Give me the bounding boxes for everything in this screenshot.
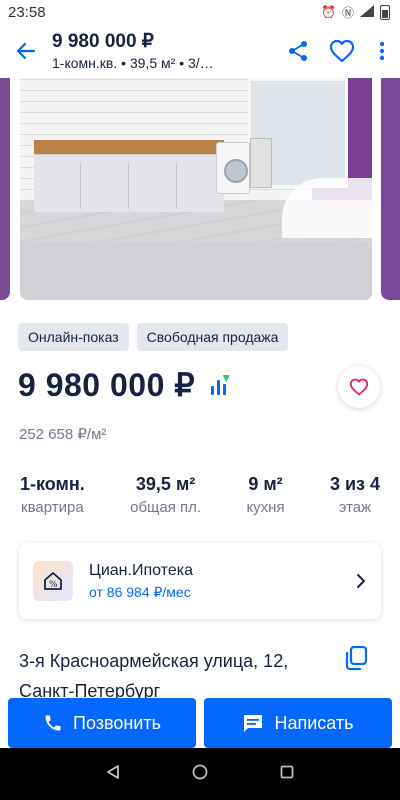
chat-icon: [244, 715, 263, 732]
price-row: 9 980 000 ₽ ▼: [18, 366, 235, 404]
nfc-icon: Ⓝ: [341, 5, 354, 20]
gallery-photo-previous[interactable]: [0, 78, 10, 300]
photo-cabinets: [34, 154, 224, 212]
call-button-label: Позвонить: [73, 712, 161, 733]
photo-stove: [250, 138, 272, 188]
more-menu-button[interactable]: [364, 24, 400, 78]
share-button[interactable]: [276, 24, 320, 78]
fact-value: 39,5 м²: [135, 474, 196, 494]
fact-label: квартира: [21, 499, 84, 516]
gallery-photo-current[interactable]: [20, 78, 372, 300]
photo-gallery[interactable]: [0, 78, 400, 300]
fact-label: общая пл.: [130, 499, 202, 516]
price-value: 9 980 000 ₽: [18, 367, 196, 403]
status-icons: ⏰ Ⓝ: [321, 4, 390, 21]
arrow-left-icon: [16, 42, 36, 60]
price-per-sqm: 252 658 ₽/м²: [19, 426, 107, 443]
fact-value: 1-комн.: [20, 474, 85, 494]
bottom-actions: Позвонить Написать: [8, 698, 392, 748]
photo-washer: [216, 142, 250, 194]
fact-value: 9 м²: [248, 474, 283, 494]
fact-kitchen-area: 9 м² кухня: [246, 472, 284, 520]
fact-label: этаж: [338, 499, 372, 516]
phone-icon: [45, 715, 61, 731]
call-button[interactable]: Позвонить: [8, 698, 196, 748]
copy-icon: [345, 645, 368, 671]
header-price: 9 980 000 ₽: [52, 31, 154, 52]
copy-address-button[interactable]: [342, 644, 372, 674]
nav-recents-button[interactable]: [279, 764, 295, 785]
address-text: 3-я Красноармейская улица, 12, Санкт-Пет…: [19, 651, 289, 701]
app-bar: 9 980 000 ₽ 1-комн.кв. • 39,5 м² • 3/…: [0, 24, 400, 78]
circle-home-icon: [192, 764, 208, 779]
heart-outline-icon: [329, 39, 355, 63]
favorite-floating-button[interactable]: [338, 366, 380, 408]
gallery-photo-next[interactable]: [381, 78, 400, 300]
nav-home-button[interactable]: [192, 764, 208, 785]
header-title-block: 9 980 000 ₽ 1-комн.кв. • 39,5 м² • 3/…: [52, 30, 276, 72]
heart-outline-icon: [349, 378, 369, 396]
mortgage-subtitle: от 86 984 ₽/мес: [89, 584, 191, 600]
battery-icon: [380, 4, 390, 20]
triangle-back-icon: [107, 764, 120, 779]
fact-label: кухня: [246, 499, 285, 516]
status-time: 23:58: [8, 3, 46, 21]
house-percent-icon: %: [33, 561, 73, 601]
header-subtitle: 1-комн.кв. • 39,5 м² • 3/…: [52, 55, 214, 71]
svg-text:%: %: [49, 580, 58, 590]
back-button[interactable]: [0, 24, 52, 78]
nav-back-button[interactable]: [105, 764, 121, 785]
alarm-icon: ⏰: [321, 5, 336, 19]
mortgage-title: Циан.Ипотека: [89, 562, 193, 579]
message-button[interactable]: Написать: [204, 698, 392, 748]
fact-floor: 3 из 4 этаж: [330, 472, 380, 520]
chevron-right-icon: [357, 574, 365, 588]
header-actions: [276, 24, 400, 78]
facts-row: 1-комн. квартира 39,5 м² общая пл. 9 м² …: [20, 472, 380, 520]
more-vertical-icon: [379, 41, 385, 61]
signal-icon: [360, 4, 374, 20]
share-icon: [289, 41, 307, 61]
fact-value: 3 из 4: [329, 474, 380, 494]
favorite-button[interactable]: [320, 24, 364, 78]
fact-total-area: 39,5 м² общая пл.: [130, 472, 201, 520]
system-nav-bar: [0, 748, 400, 800]
mortgage-card[interactable]: % Циан.Ипотека от 86 984 ₽/мес: [19, 543, 381, 619]
fact-rooms: 1-комн. квартира: [20, 472, 85, 520]
photo-blur-band: [20, 242, 372, 300]
photo-table: [282, 178, 372, 238]
tag-online-showing: Онлайн-показ: [18, 323, 129, 351]
mortgage-text: Циан.Ипотека от 86 984 ₽/мес: [89, 560, 355, 602]
photo-countertop: [34, 140, 224, 154]
tag-free-sale: Свободная продажа: [136, 323, 289, 351]
price-history-icon[interactable]: ▼: [207, 371, 235, 399]
tag-list: Онлайн-показ Свободная продажа: [18, 323, 289, 351]
square-recents-icon: [280, 765, 294, 778]
message-button-label: Написать: [274, 712, 354, 733]
status-bar: 23:58 ⏰ Ⓝ: [0, 0, 400, 24]
